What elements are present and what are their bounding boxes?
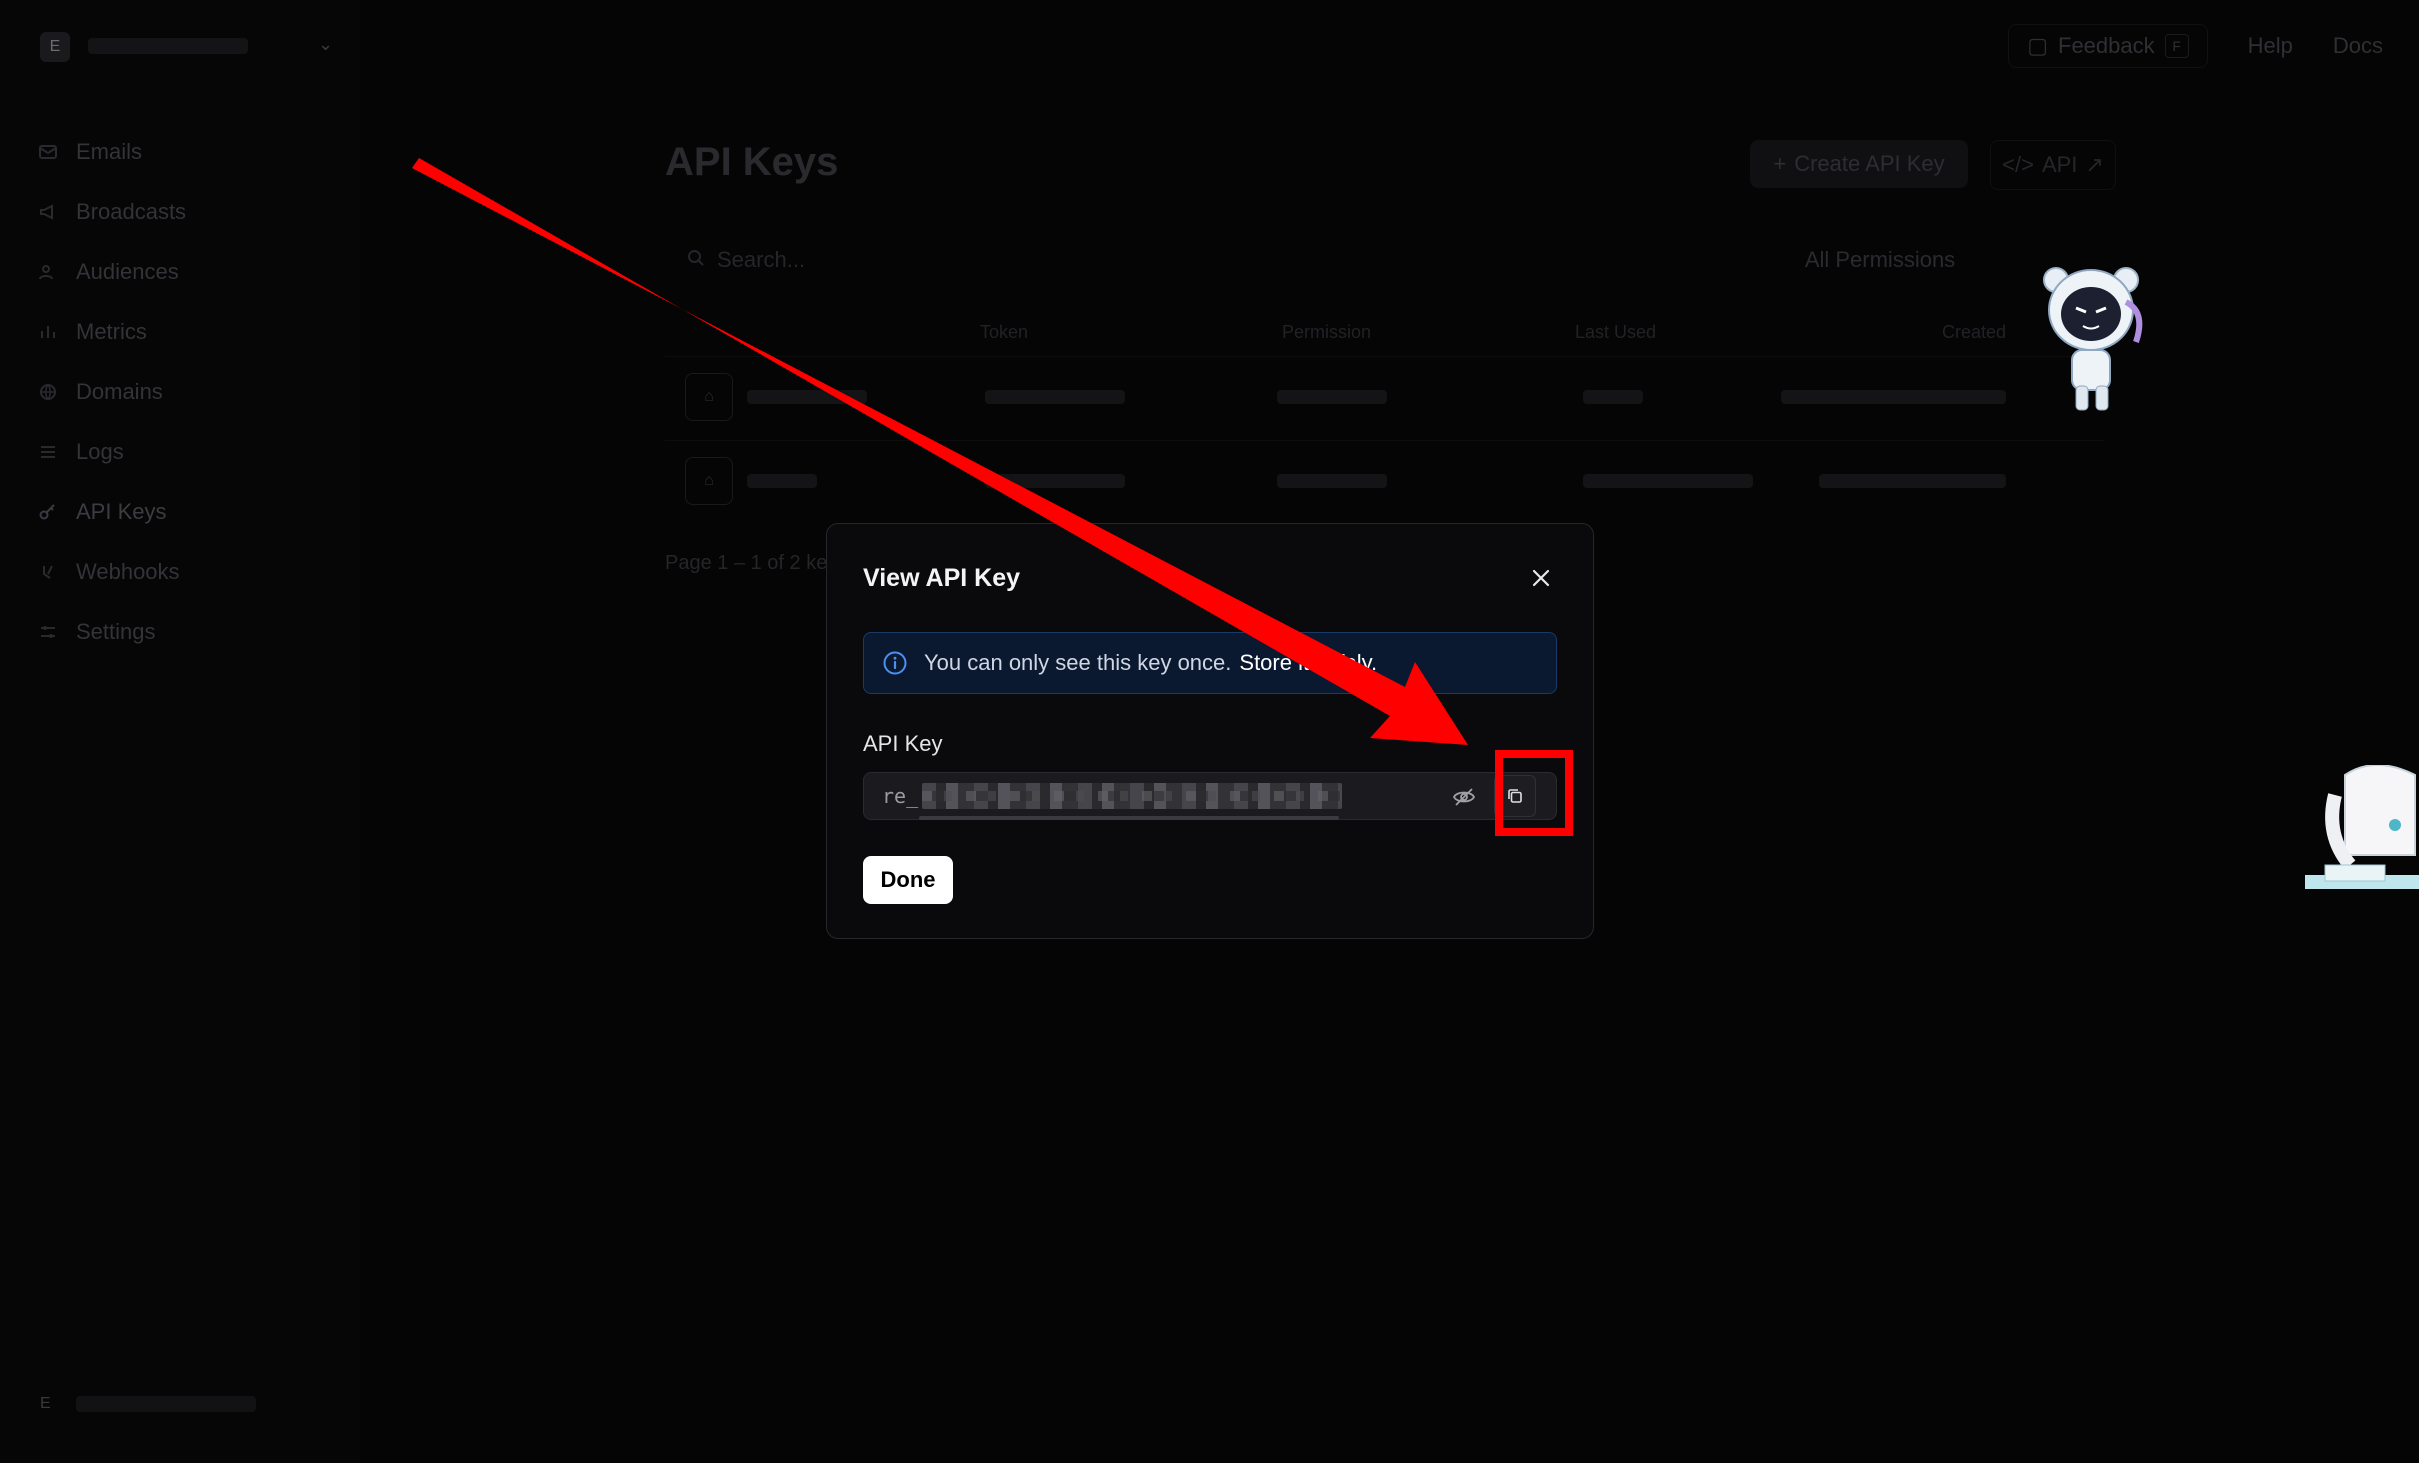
list-icon [36, 440, 60, 464]
sidebar: E ⌄ Emails Broadcasts Audiences Metrics [0, 0, 360, 1463]
bar-chart-icon [36, 320, 60, 344]
sidebar-item-audiences[interactable]: Audiences [36, 242, 186, 302]
key-name [747, 474, 817, 488]
sidebar-item-label: Metrics [76, 319, 147, 344]
key-icon: ⌂ [685, 457, 733, 505]
feedback-shortcut: F [2164, 34, 2189, 58]
sidebar-item-label: Webhooks [76, 559, 180, 584]
sidebar-item-label: Domains [76, 379, 163, 404]
column-header-token: Token [980, 322, 1029, 342]
sidebar-item-settings[interactable]: Settings [36, 602, 186, 662]
page-title: API Keys [665, 140, 839, 184]
pagination-info: Page 1 – 1 of 2 keys [665, 552, 848, 574]
created-value [1819, 474, 2006, 488]
plus-icon: + [1773, 151, 1787, 176]
sidebar-item-broadcasts[interactable]: Broadcasts [36, 182, 186, 242]
sidebar-item-label: Settings [76, 619, 156, 644]
sidebar-item-emails[interactable]: Emails [36, 122, 186, 182]
permission-value [1277, 390, 1387, 404]
column-header-last-used: Last Used [1575, 322, 1657, 342]
annotation-highlight-box [1495, 750, 1573, 836]
sidebar-item-label: Audiences [76, 259, 179, 284]
toggle-visibility-button[interactable] [1450, 783, 1478, 811]
api-key-redacted [922, 783, 1342, 809]
feedback-label: Feedback [2058, 33, 2155, 58]
avatar: E [40, 1395, 51, 1412]
api-key-prefix: re_ [882, 784, 919, 808]
token-value [985, 390, 1125, 404]
app-background: E ⌄ Emails Broadcasts Audiences Metrics [0, 0, 2419, 1463]
mail-icon [36, 140, 60, 164]
api-label: API [2041, 152, 2078, 177]
info-icon [882, 650, 908, 676]
api-docs-button[interactable]: </> API ↗ [1990, 140, 2116, 190]
view-api-key-dialog: View API Key You can only see this key o… [826, 523, 1594, 939]
sidebar-item-label: Logs [76, 439, 124, 464]
key-icon: ⌂ [685, 373, 733, 421]
message-icon: ▢ [2027, 33, 2048, 58]
created-value [1781, 390, 2006, 404]
last-used-value [1583, 390, 1643, 404]
redaction-underline [919, 816, 1339, 820]
api-key-label: API Key [863, 731, 943, 756]
user-name [76, 1396, 256, 1412]
sliders-icon [36, 620, 60, 644]
last-used-value [1583, 474, 1753, 488]
column-header-created: Created [1942, 322, 2007, 342]
create-api-key-button[interactable]: + Create API Key [1750, 140, 1968, 188]
search-icon [687, 247, 705, 273]
sidebar-item-label: API Keys [76, 499, 167, 524]
help-link[interactable]: Help [2248, 33, 2293, 59]
robot-sticker [2043, 267, 2143, 411]
sidebar-nav: Emails Broadcasts Audiences Metrics Doma… [36, 122, 186, 662]
sidebar-item-domains[interactable]: Domains [36, 362, 186, 422]
key-icon [36, 500, 60, 524]
sidebar-item-webhooks[interactable]: Webhooks [36, 542, 186, 602]
search-input[interactable]: Search... [665, 236, 1647, 284]
key-name [747, 390, 867, 404]
info-alert: You can only see this key once. Store it… [863, 632, 1557, 694]
docs-link[interactable]: Docs [2333, 33, 2383, 59]
permission-value [1277, 474, 1387, 488]
workspace-logo[interactable]: E [40, 32, 70, 62]
users-icon [36, 260, 60, 284]
workspace-name[interactable] [88, 38, 248, 54]
external-link-icon: ↗ [2085, 152, 2104, 177]
top-bar: ▢ Feedback F Help Docs [2008, 24, 2383, 68]
megaphone-icon [36, 200, 60, 224]
sidebar-item-label: Emails [76, 139, 143, 164]
sidebar-item-logs[interactable]: Logs [36, 422, 186, 482]
search-placeholder: Search... [717, 247, 806, 272]
create-api-key-label: Create API Key [1794, 151, 1945, 176]
sidebar-item-api-keys[interactable]: API Keys [36, 482, 186, 542]
alert-text: You can only see this key once. [924, 650, 1232, 675]
webhook-icon [36, 560, 60, 584]
globe-icon [36, 380, 60, 404]
alert-emphasis: Store it safely. [1239, 650, 1378, 675]
done-button[interactable]: Done [863, 856, 953, 904]
chevron-down-icon[interactable]: ⌄ [318, 34, 333, 55]
code-icon: </> [2002, 152, 2034, 177]
token-value [985, 474, 1125, 488]
close-button[interactable] [1527, 564, 1555, 592]
table-row[interactable]: ⌂ [665, 440, 2105, 521]
dialog-title: View API Key [863, 564, 1021, 592]
user-menu[interactable]: E [40, 1395, 256, 1413]
eye-off-icon [1452, 788, 1476, 806]
sidebar-item-metrics[interactable]: Metrics [36, 302, 186, 362]
sidebar-item-label: Broadcasts [76, 199, 187, 224]
feedback-button[interactable]: ▢ Feedback F [2008, 24, 2208, 68]
character-sticker [2305, 765, 2419, 889]
close-icon [1532, 569, 1550, 587]
column-header-permission: Permission [1282, 322, 1372, 342]
table-row[interactable]: ⌂ [665, 356, 2105, 437]
